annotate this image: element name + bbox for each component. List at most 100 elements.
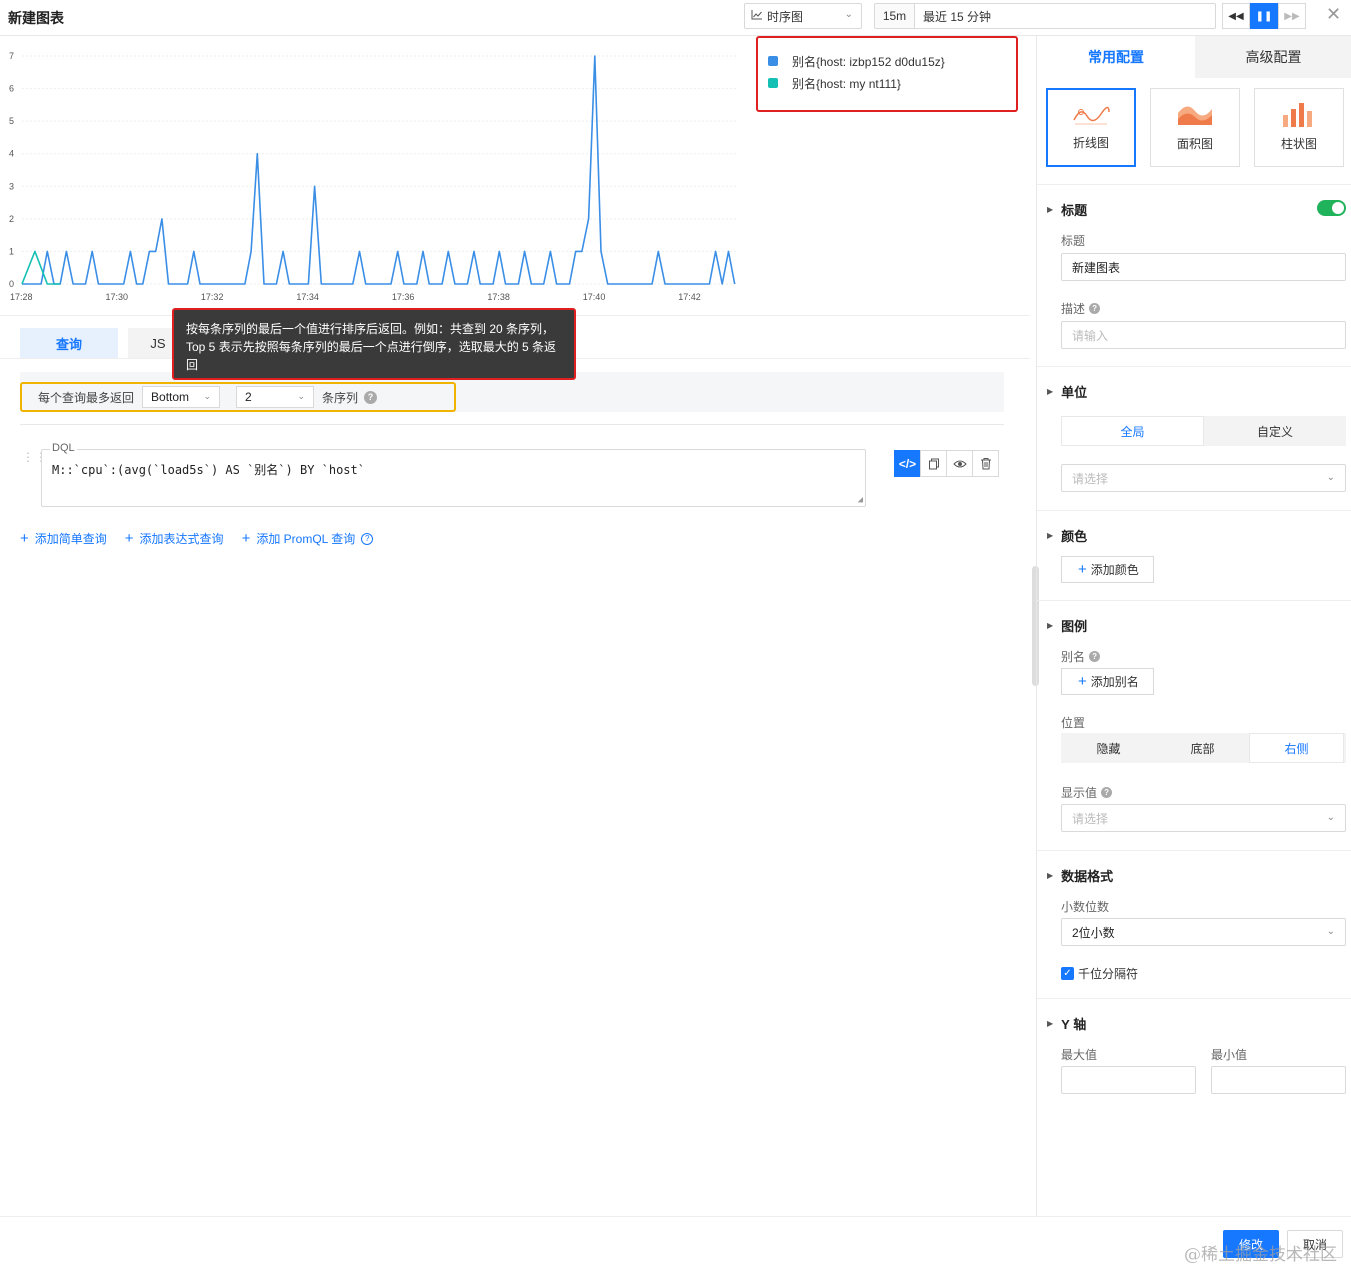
title-toggle[interactable] [1317, 200, 1346, 216]
vis-type-bar[interactable]: 柱状图 [1254, 88, 1344, 167]
y-tick-label: 0 [9, 279, 14, 289]
position-right-option[interactable]: 右侧 [1249, 733, 1344, 763]
trash-icon[interactable] [972, 450, 999, 477]
vis-type-line[interactable]: 折线图 [1046, 88, 1136, 167]
bar-chart-icon [1283, 103, 1312, 127]
tooltip-line: 回 [186, 358, 199, 372]
checkbox-checked-icon[interactable]: ✓ [1061, 967, 1074, 980]
legend-item[interactable]: 别名{host: my nt111} [768, 72, 1016, 94]
section-title-label: 单位 [1061, 385, 1088, 400]
y-tick-label: 1 [9, 246, 14, 256]
caret-right-icon: ▶ [1047, 871, 1054, 880]
fast-forward-icon[interactable]: ▶▶ [1278, 3, 1306, 29]
legend-label: 别名{host: izbp152 d0du15z} [792, 54, 945, 69]
decimal-select[interactable]: 2位小数 ⌄ [1061, 918, 1346, 946]
desc-label: 描述 ? [1061, 300, 1101, 317]
page-title: 新建图表 [8, 10, 64, 26]
chart-svg: 0 1 2 3 4 5 6 7 17:28 17:30 17:32 17:34 17:36 17:38 17… [9, 51, 738, 302]
add-expression-query-link[interactable]: + 添加表达式查询 [125, 530, 224, 547]
dql-text: M::`cpu`:(avg(`load5s`) AS `别名`) BY `hos… [52, 463, 365, 477]
limit-row: 每个查询最多返回 Bottom ⌄ 2 ⌄ 条序列 ? [20, 382, 456, 412]
title-input[interactable]: 新建图表 [1061, 253, 1346, 281]
tab-query[interactable]: 查询 [20, 328, 118, 358]
x-tick-label: 17:32 [201, 292, 224, 302]
divider [20, 424, 1004, 425]
caret-right-icon: ▶ [1047, 1019, 1054, 1028]
ymax-input[interactable] [1061, 1066, 1196, 1094]
unit-segmented: 全局 自定义 [1061, 416, 1346, 446]
timeseries-chart: 0 1 2 3 4 5 6 7 17:28 17:30 17:32 17:34 17:36 17:38 17… [0, 40, 745, 310]
help-icon[interactable]: ? [1089, 651, 1101, 662]
time-range-short[interactable]: 15m [875, 4, 915, 28]
display-value-select[interactable]: 请选择 ⌄ [1061, 804, 1346, 832]
chart-type-select[interactable]: 时序图 ⌄ [744, 3, 862, 29]
unit-select[interactable]: 请选择 ⌄ [1061, 464, 1346, 492]
help-icon[interactable]: ? [364, 390, 378, 404]
alias-label-text: 别名 [1061, 650, 1086, 664]
add-alias-label: 添加别名 [1090, 675, 1139, 689]
vis-type-area[interactable]: 面积图 [1150, 88, 1240, 167]
display-value-label-text: 显示值 [1061, 786, 1098, 800]
unit-select-placeholder: 请选择 [1072, 471, 1109, 486]
section-title-legend[interactable]: ▶ 图例 [1047, 616, 1087, 635]
time-range-label: 最近 15 分钟 [923, 9, 992, 24]
eye-icon[interactable] [946, 450, 973, 477]
chevron-down-icon: ⌄ [844, 9, 853, 20]
y-tick-label: 4 [9, 149, 14, 159]
unit-global-option[interactable]: 全局 [1061, 416, 1204, 446]
position-hide-option[interactable]: 隐藏 [1061, 733, 1156, 763]
resize-handle-icon[interactable]: ◢ [858, 495, 863, 505]
unit-custom-option[interactable]: 自定义 [1204, 416, 1346, 446]
x-tick-label: 17:36 [392, 292, 415, 302]
section-title-format[interactable]: ▶ 数据格式 [1047, 866, 1113, 885]
decimal-value: 2位小数 [1072, 925, 1115, 940]
dql-editor[interactable]: M::`cpu`:(avg(`load5s`) AS `别名`) BY `hos… [41, 449, 866, 507]
help-icon[interactable]: ? [1089, 303, 1101, 314]
position-bottom-option[interactable]: 底部 [1156, 733, 1249, 763]
header: 新建图表 时序图 ⌄ 15m 最近 15 分钟 ◀◀ ❚❚ ▶▶ ✕ [0, 0, 1351, 36]
x-tick-label: 17:30 [105, 292, 128, 302]
thousand-sep-checkbox-row[interactable]: ✓ 千位分隔符 [1061, 965, 1138, 982]
chevron-down-icon: ⌄ [1326, 926, 1335, 937]
chart-legend: 别名{host: izbp152 d0du15z} 别名{host: my nt… [756, 36, 1018, 112]
ymin-input[interactable] [1211, 1066, 1346, 1094]
tooltip-line: Top 5 表示先按照每条序列的最后一个点进行倒序，选取最大的 5 条返 [186, 340, 557, 354]
position-label: 位置 [1061, 716, 1086, 730]
close-icon[interactable]: ✕ [1326, 4, 1341, 25]
plus-icon: + [20, 530, 29, 547]
section-title-yaxis[interactable]: ▶ Y 轴 [1047, 1014, 1086, 1033]
divider [1037, 366, 1351, 367]
section-title-title[interactable]: ▶ 标题 [1047, 200, 1087, 219]
add-promql-query-link[interactable]: + 添加 PromQL 查询 ? [242, 530, 374, 547]
help-icon[interactable]: ? [361, 532, 374, 545]
pause-icon[interactable]: ❚❚ [1250, 3, 1278, 29]
tab-advanced-config[interactable]: 高级配置 [1195, 36, 1351, 78]
tab-common-config[interactable]: 常用配置 [1037, 36, 1195, 78]
help-icon[interactable]: ? [1101, 787, 1113, 798]
rewind-icon[interactable]: ◀◀ [1222, 3, 1250, 29]
y-tick-label: 3 [9, 181, 14, 191]
time-range-picker[interactable]: 15m 最近 15 分钟 [874, 3, 1216, 29]
x-tick-label: 17:42 [678, 292, 701, 302]
copy-icon[interactable] [920, 450, 947, 477]
ymin-label: 最小值 [1211, 1048, 1248, 1062]
add-alias-button[interactable]: + 添加别名 [1061, 668, 1154, 695]
field-label: 标题 [1061, 234, 1086, 248]
divider [1037, 998, 1351, 999]
line-chart-icon [1073, 106, 1110, 125]
code-icon[interactable]: </> [894, 450, 921, 477]
legend-item[interactable]: 别名{host: izbp152 d0du15z} [768, 50, 1016, 72]
thousand-sep-label: 千位分隔符 [1078, 967, 1139, 981]
legend-position-segmented: 隐藏 底部 右侧 [1061, 733, 1346, 763]
y-tick-label: 6 [9, 84, 14, 94]
section-title-color[interactable]: ▶ 颜色 [1047, 526, 1087, 545]
limit-count-select[interactable]: 2 ⌄ [236, 386, 315, 408]
add-simple-query-link[interactable]: + 添加简单查询 [20, 530, 107, 547]
x-tick-label: 17:34 [296, 292, 319, 302]
limit-order-value: Bottom [151, 390, 190, 404]
desc-input[interactable]: 请输入 [1061, 321, 1346, 349]
dql-label: DQL [50, 442, 77, 454]
add-color-button[interactable]: + 添加颜色 [1061, 556, 1154, 583]
limit-order-select[interactable]: Bottom ⌄ [142, 386, 221, 408]
section-title-unit[interactable]: ▶ 单位 [1047, 382, 1087, 401]
